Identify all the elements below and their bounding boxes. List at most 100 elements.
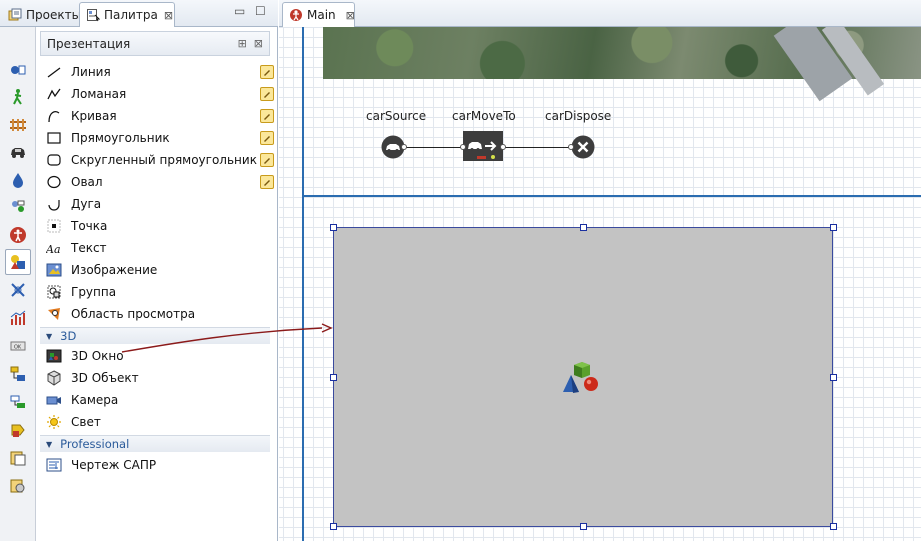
- palette-item-label: Камера: [71, 393, 119, 407]
- strip-empty-slot: [5, 29, 31, 55]
- space-markup-icon[interactable]: [5, 277, 31, 303]
- block-label-carmoveto: carMoveTo: [452, 109, 516, 123]
- line-icon: [46, 64, 62, 80]
- resize-handle-nw[interactable]: [330, 224, 337, 231]
- palette-item-label: Чертеж САПР: [71, 458, 157, 472]
- window-3d-icon: [46, 348, 62, 364]
- palette-item-camera[interactable]: Камера: [46, 389, 270, 411]
- resize-handle-se[interactable]: [830, 523, 837, 530]
- palette-item-image[interactable]: Изображение: [46, 259, 270, 281]
- resize-handle-e[interactable]: [830, 374, 837, 381]
- collapse-triangle-icon[interactable]: ▼: [46, 332, 52, 341]
- actionchart-icon[interactable]: [5, 417, 31, 443]
- resize-handle-s[interactable]: [580, 523, 587, 530]
- process-modeling-icon[interactable]: [5, 57, 31, 83]
- pencil-icon[interactable]: [260, 153, 274, 167]
- section-presentation-header[interactable]: Презентация ⊞ ⊠: [40, 31, 270, 56]
- resize-handle-n[interactable]: [580, 224, 587, 231]
- agent-icon[interactable]: [5, 194, 31, 220]
- svg-text:OK: OK: [14, 345, 22, 351]
- palette-panel: Презентация ⊞ ⊠ Линия Ломаная Кривая Пря…: [36, 27, 278, 541]
- tab-main-label: Main: [307, 8, 336, 22]
- connector-line[interactable]: [504, 147, 574, 148]
- editor-tab-bar: Main ⊠: [279, 0, 921, 27]
- palette-item-cad-drawing[interactable]: Чертеж САПР: [46, 454, 270, 476]
- palette-item-label: Скругленный прямоугольник: [71, 153, 257, 167]
- pencil-icon[interactable]: [260, 131, 274, 145]
- palette-item-oval[interactable]: Овал: [46, 171, 274, 193]
- pictures-icon[interactable]: [5, 445, 31, 471]
- curve-icon: [46, 108, 62, 124]
- palette-item-label: Свет: [71, 415, 101, 429]
- section-presentation-title: Презентация: [47, 36, 131, 51]
- palette-item-label: 3D Объект: [71, 371, 139, 385]
- tab-palette[interactable]: Палитра ⊠: [79, 2, 175, 27]
- car-move-to-block[interactable]: [463, 131, 503, 161]
- palette-item-label: Овал: [71, 175, 103, 189]
- group-professional-header[interactable]: ▼ Professional: [40, 435, 270, 452]
- pencil-icon[interactable]: [260, 109, 274, 123]
- tab-main[interactable]: Main ⊠: [282, 2, 355, 27]
- palette-item-line[interactable]: Линия: [46, 61, 274, 83]
- connector-line[interactable]: [404, 147, 466, 148]
- pedestrian-icon[interactable]: [5, 84, 31, 110]
- resize-handle-w[interactable]: [330, 374, 337, 381]
- presentation-icon[interactable]: [5, 249, 31, 275]
- tab-projects[interactable]: Проекты: [2, 2, 81, 27]
- palette-item-text[interactable]: Aa Текст: [46, 237, 270, 259]
- palette-item-label: Текст: [71, 241, 107, 255]
- palette-item-3d-object[interactable]: 3D Объект: [46, 367, 270, 389]
- palette-item-point[interactable]: Точка: [46, 215, 270, 237]
- palette-item-3d-window[interactable]: 3D Окно: [46, 345, 270, 367]
- palette-item-group[interactable]: Группа: [46, 281, 270, 303]
- palette-item-label: Изображение: [71, 263, 158, 277]
- resize-handle-ne[interactable]: [830, 224, 837, 231]
- fluid-icon[interactable]: [5, 167, 31, 193]
- in-port[interactable]: [460, 144, 466, 150]
- group-3d-header[interactable]: ▼ 3D: [40, 327, 270, 344]
- 3d-objects-icon: [561, 361, 605, 395]
- connectivity-icon[interactable]: [5, 361, 31, 387]
- block-label-carsource: carSource: [366, 109, 427, 123]
- palette-item-rounded-rectangle[interactable]: Скругленный прямоугольник: [46, 149, 274, 171]
- close-icon[interactable]: ⊠: [254, 37, 263, 50]
- oval-icon: [46, 174, 62, 190]
- system-dynamics-icon[interactable]: [5, 389, 31, 415]
- rounded-rectangle-icon: [46, 152, 62, 168]
- left-tab-bar: Проекты Палитра ⊠ ▭ ☐: [0, 0, 278, 27]
- model-canvas[interactable]: carSource carMoveTo carDispose: [279, 27, 921, 541]
- accessibility-icon[interactable]: [5, 222, 31, 248]
- maximize-icon[interactable]: ☐: [255, 4, 266, 18]
- resize-handle-sw[interactable]: [330, 523, 337, 530]
- car-dispose-block[interactable]: [571, 135, 595, 159]
- aerial-map-image[interactable]: [323, 27, 921, 102]
- pencil-icon[interactable]: [260, 65, 274, 79]
- in-port[interactable]: [568, 144, 574, 150]
- rail-icon[interactable]: [5, 112, 31, 138]
- palette-item-label: Прямоугольник: [71, 131, 170, 145]
- palette-tab-icon: [86, 8, 101, 22]
- out-port[interactable]: [500, 144, 506, 150]
- palette-item-light[interactable]: Свет: [46, 411, 270, 433]
- pencil-icon[interactable]: [260, 87, 274, 101]
- out-port[interactable]: [401, 144, 407, 150]
- road-traffic-icon[interactable]: [5, 139, 31, 165]
- close-icon[interactable]: ⊠: [346, 9, 355, 22]
- 3d-objects-icon[interactable]: [5, 473, 31, 499]
- palette-item-view-area[interactable]: Область просмотра: [46, 303, 270, 325]
- palette-item-arc[interactable]: Дуга: [46, 193, 270, 215]
- palette-item-rectangle[interactable]: Прямоугольник: [46, 127, 274, 149]
- palette-item-polyline[interactable]: Ломаная: [46, 83, 274, 105]
- analysis-icon[interactable]: [5, 305, 31, 331]
- controls-icon[interactable]: OK: [5, 333, 31, 359]
- block-label-cardispose: carDispose: [545, 109, 612, 123]
- image-icon: [46, 262, 62, 278]
- minimize-icon[interactable]: ▭: [234, 4, 245, 18]
- pencil-icon[interactable]: [260, 175, 274, 189]
- grid-view-icon[interactable]: ⊞: [238, 37, 247, 50]
- close-icon[interactable]: ⊠: [164, 9, 173, 22]
- palette-item-label: 3D Окно: [71, 349, 124, 363]
- collapse-triangle-icon[interactable]: ▼: [46, 440, 52, 449]
- palette-item-curve[interactable]: Кривая: [46, 105, 274, 127]
- view-3d-window[interactable]: [333, 227, 833, 527]
